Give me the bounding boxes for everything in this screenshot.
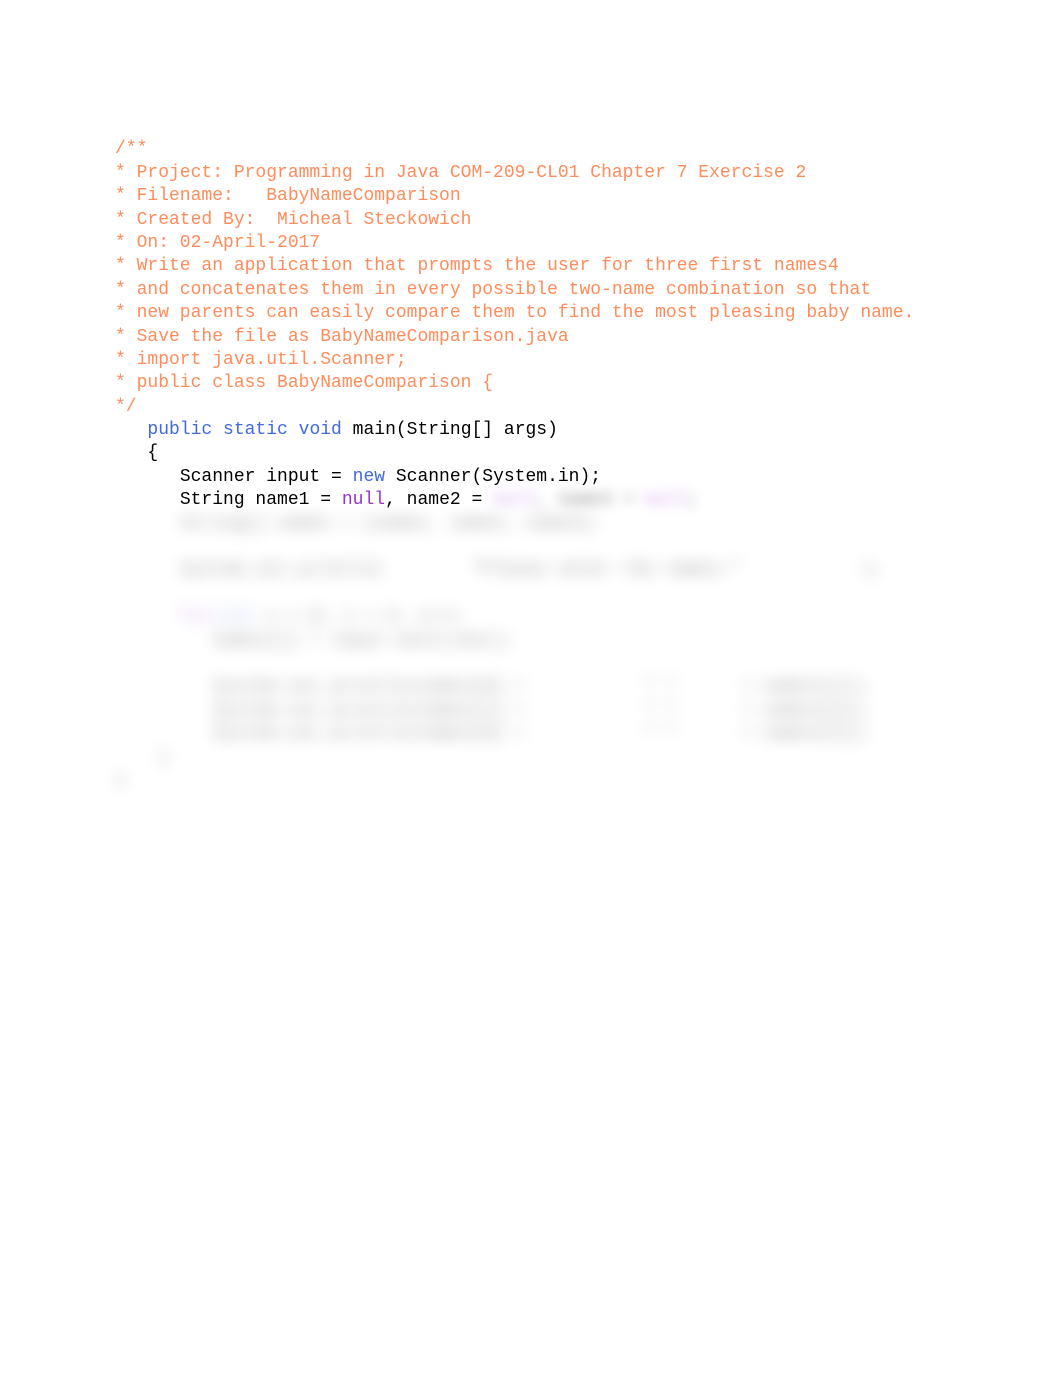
comment-line: /** bbox=[115, 139, 147, 159]
null-keyword: null bbox=[342, 490, 385, 510]
string-declaration-line: String name1 = null, name2 = null, name3… bbox=[115, 490, 698, 510]
comment-line: * new parents can easily compare them to… bbox=[115, 303, 914, 323]
comment-line: * and concatenates them in every possibl… bbox=[115, 280, 871, 300]
keyword-public: public bbox=[147, 420, 212, 440]
code-block: /** * Project: Programming in Java COM-2… bbox=[115, 115, 947, 817]
scanner-line: Scanner input = new Scanner(System.in); bbox=[115, 467, 601, 487]
keyword-new: new bbox=[353, 467, 385, 487]
keyword-void: void bbox=[299, 420, 342, 440]
brace-open: { bbox=[115, 443, 158, 463]
comment-line: * Filename: BabyNameComparison bbox=[115, 186, 461, 206]
comment-line: * Project: Programming in Java COM-209-C… bbox=[115, 163, 806, 183]
comment-line: * On: 02-April-2017 bbox=[115, 233, 320, 253]
comment-line: * Save the file as BabyNameComparison.ja… bbox=[115, 327, 569, 347]
comment-line: * Created By: Micheal Steckowich bbox=[115, 210, 471, 230]
comment-line: * import java.util.Scanner; bbox=[115, 350, 407, 370]
blurred-code-section: String[] names = {name1, name2, name3}; … bbox=[115, 513, 947, 794]
comment-line: */ bbox=[115, 397, 137, 417]
keyword-static: static bbox=[223, 420, 288, 440]
comment-line: * public class BabyNameComparison { bbox=[115, 373, 493, 393]
comment-line: * Write an application that prompts the … bbox=[115, 256, 839, 276]
method-signature: public static void main(String[] args) bbox=[115, 420, 558, 440]
